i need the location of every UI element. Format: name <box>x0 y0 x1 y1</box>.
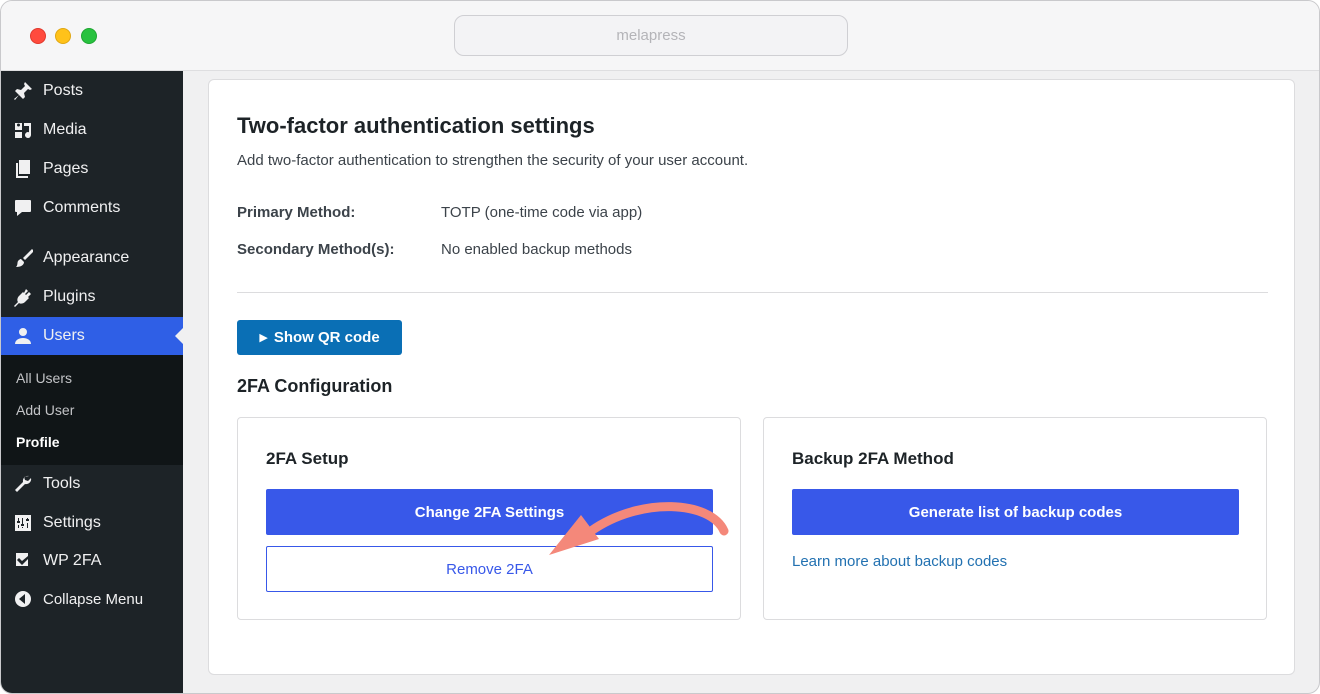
sidebar-item-label: Media <box>43 121 87 138</box>
sidebar-item-appearance[interactable]: Appearance <box>1 239 183 277</box>
comment-icon <box>11 198 35 218</box>
collapse-icon <box>11 589 35 609</box>
close-window-button[interactable] <box>30 28 46 44</box>
media-icon <box>11 120 35 140</box>
sidebar-item-tools[interactable]: Tools <box>1 465 183 503</box>
sidebar-item-users[interactable]: Users <box>1 317 183 355</box>
maximize-window-button[interactable] <box>81 28 97 44</box>
user-icon <box>11 326 35 346</box>
admin-sidebar: Posts Media Pages Comments Appearance Pl… <box>1 71 183 693</box>
sidebar-item-label: WP 2FA <box>43 552 102 569</box>
browser-window: melapress Posts Media Pages Comments App… <box>0 0 1320 694</box>
wrench-icon <box>11 474 35 494</box>
remove-2fa-button[interactable]: Remove 2FA <box>266 546 713 592</box>
sidebar-item-label: Plugins <box>43 288 96 305</box>
generate-backup-codes-button[interactable]: Generate list of backup codes <box>792 489 1239 535</box>
sidebar-item-label: Comments <box>43 199 121 216</box>
collapse-menu-button[interactable]: Collapse Menu <box>1 580 183 618</box>
title-bar: melapress <box>1 1 1319 71</box>
play-triangle-icon: ▶ <box>259 332 268 344</box>
brush-icon <box>11 248 35 268</box>
sidebar-item-label: Collapse Menu <box>43 590 144 608</box>
sidebar-item-label: Posts <box>43 82 84 99</box>
sidebar-item-label: Pages <box>43 160 89 177</box>
config-section-title: 2FA Configuration <box>237 376 393 396</box>
divider <box>237 292 1268 293</box>
page-description: Add two-factor authentication to strengt… <box>237 152 749 169</box>
sidebar-item-posts[interactable]: Posts <box>1 72 183 110</box>
setup-box-title: 2FA Setup <box>266 449 349 468</box>
sidebar-item-settings[interactable]: Settings <box>1 504 183 542</box>
page-title: Two-factor authentication settings <box>237 113 595 138</box>
two-factor-settings-panel: Two-factor authentication settings Add t… <box>208 79 1295 675</box>
pages-icon <box>11 159 35 179</box>
sidebar-item-media[interactable]: Media <box>1 111 183 149</box>
plug-icon <box>11 287 35 307</box>
secondary-method-value: No enabled backup methods <box>441 241 632 258</box>
address-bar[interactable]: melapress <box>454 15 848 56</box>
show-qr-code-button[interactable]: ▶ Show QR code <box>237 320 402 355</box>
backup-box-title: Backup 2FA Method <box>792 449 954 468</box>
setup-2fa-box: 2FA Setup Change 2FA Settings Remove 2FA <box>237 417 741 620</box>
sidebar-item-plugins[interactable]: Plugins <box>1 278 183 316</box>
settings-sliders-icon <box>11 513 35 533</box>
sidebar-item-comments[interactable]: Comments <box>1 189 183 227</box>
learn-more-backup-link[interactable]: Learn more about backup codes <box>792 553 1007 570</box>
sidebar-item-label: Users <box>43 327 85 344</box>
minimize-window-button[interactable] <box>55 28 71 44</box>
change-2fa-settings-button[interactable]: Change 2FA Settings <box>266 489 713 535</box>
submenu-item-add-user[interactable]: Add User <box>16 402 74 418</box>
users-submenu: All Users Add User Profile <box>1 355 183 465</box>
pin-icon <box>11 81 35 101</box>
sidebar-item-label: Appearance <box>43 249 130 266</box>
backup-2fa-box: Backup 2FA Method Generate list of backu… <box>763 417 1267 620</box>
sidebar-item-wp-2fa[interactable]: WP 2FA <box>1 542 183 580</box>
primary-method-label: Primary Method: <box>237 204 356 221</box>
show-qr-code-label: Show QR code <box>273 329 380 346</box>
sidebar-item-label: Tools <box>43 475 81 492</box>
submenu-item-profile[interactable]: Profile <box>16 434 60 450</box>
sidebar-item-label: Settings <box>43 514 101 531</box>
sidebar-item-pages[interactable]: Pages <box>1 150 183 188</box>
primary-method-value: TOTP (one-time code via app) <box>441 204 643 221</box>
submenu-item-all-users[interactable]: All Users <box>16 370 72 386</box>
wp2fa-icon <box>11 551 35 571</box>
secondary-method-label: Secondary Method(s): <box>237 241 395 258</box>
